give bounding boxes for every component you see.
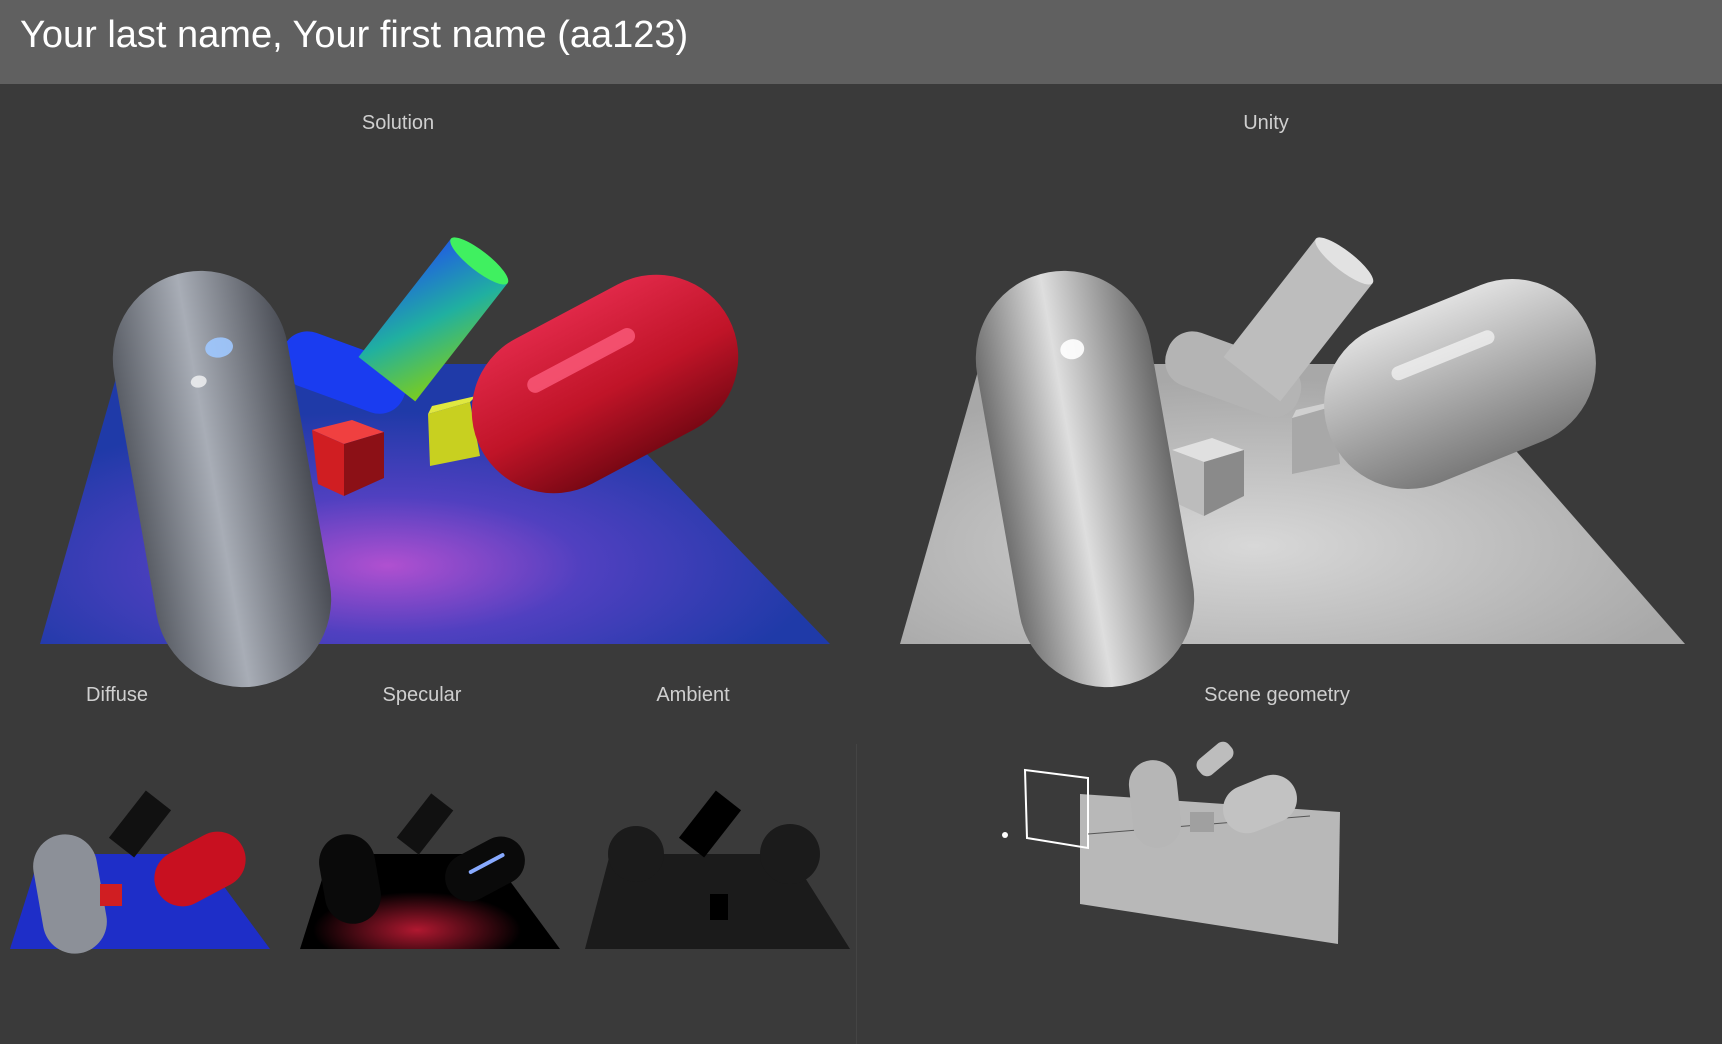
unity-render bbox=[900, 237, 1685, 688]
camera-frustum bbox=[1023, 768, 1089, 850]
camera-point bbox=[1002, 832, 1008, 838]
render-stage: Solution Unity Diffuse Specular Ambient … bbox=[0, 84, 1722, 1044]
solution-render bbox=[40, 237, 830, 688]
diffuse-render bbox=[10, 790, 270, 954]
ambient-render bbox=[585, 790, 850, 949]
ambient-label: Ambient bbox=[656, 684, 730, 706]
specular-render bbox=[300, 793, 560, 949]
specular-label: Specular bbox=[382, 684, 462, 706]
diffuse-label: Diffuse bbox=[86, 684, 148, 706]
scene-geometry-render bbox=[1002, 741, 1340, 944]
page-title: Your last name, Your first name (aa123) bbox=[20, 14, 689, 56]
scene-geometry-label: Scene geometry bbox=[1204, 684, 1350, 706]
app-header: Your last name, Your first name (aa123) bbox=[0, 0, 1722, 84]
